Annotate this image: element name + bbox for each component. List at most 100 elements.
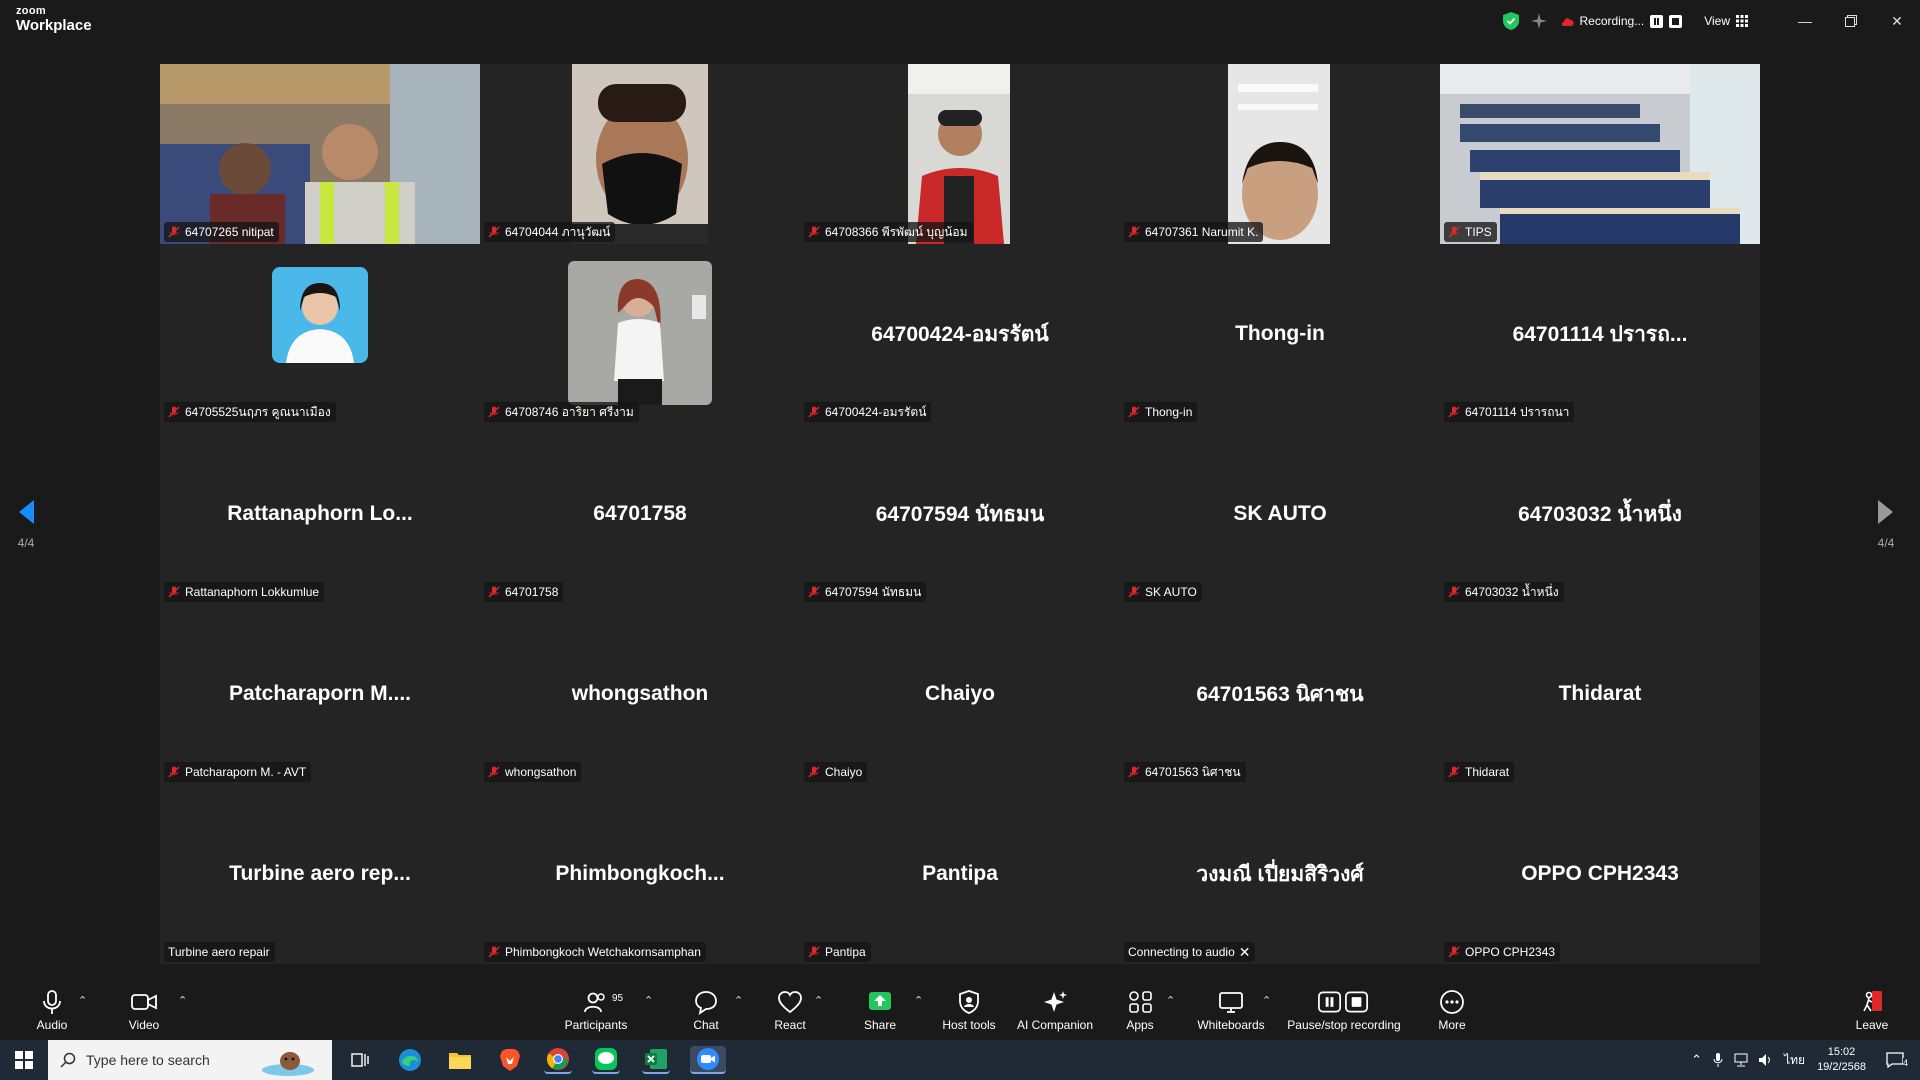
restore-button[interactable]: [1828, 0, 1874, 42]
start-button[interactable]: [0, 1040, 48, 1080]
chat-options-caret[interactable]: ⌃: [734, 994, 743, 1007]
participant-label: Pantipa: [804, 942, 871, 962]
mic-muted-icon: [488, 586, 500, 598]
taskbar-search-box[interactable]: Type here to search: [48, 1040, 332, 1080]
previous-page-button[interactable]: 4/4: [16, 498, 36, 550]
recording-indicator: Recording...: [1561, 14, 1683, 28]
participant-name: 64707361 Narumit K.: [1145, 225, 1259, 239]
participant-display-name: 64707594 นัทธมน: [875, 502, 1045, 526]
participant-label: Phimbongkoch Wetchakornsamphan: [484, 942, 706, 962]
stop-recording-button[interactable]: [1669, 14, 1683, 28]
chrome-browser-button[interactable]: [544, 1046, 572, 1074]
excel-button[interactable]: [642, 1046, 670, 1074]
line-app-button[interactable]: [592, 1046, 620, 1074]
share-options-caret[interactable]: ⌃: [914, 994, 923, 1007]
participant-avatar: [272, 267, 368, 363]
brave-browser-button[interactable]: [496, 1046, 524, 1074]
participant-tile[interactable]: Chaiyo Chaiyo: [800, 604, 1120, 784]
participant-tile[interactable]: 64705525นฤภร คูณนาเมือง: [160, 244, 480, 424]
video-button[interactable]: Video: [122, 980, 166, 1040]
participant-tile[interactable]: วงมณี เปี่ยมสิริวงศ์ Connecting to audio…: [1120, 784, 1440, 964]
participant-tile[interactable]: 64704044 ภานุวัฒน์: [480, 64, 800, 244]
ai-sparkle-icon[interactable]: [1530, 13, 1547, 29]
apps-options-caret[interactable]: ⌃: [1166, 994, 1175, 1007]
chevron-up-icon[interactable]: ⌃: [1691, 1052, 1702, 1068]
view-button[interactable]: View: [1704, 14, 1748, 28]
microphone-tray-icon[interactable]: [1712, 1052, 1724, 1068]
react-label: React: [774, 1017, 806, 1032]
participant-tile[interactable]: Rattanaphorn Lo... Rattanaphorn Lokkumlu…: [160, 424, 480, 604]
participant-name: 64701563 นิศาชน: [1145, 765, 1241, 779]
participant-tile[interactable]: 64707265 nitipat: [160, 64, 480, 244]
whiteboards-button[interactable]: Whiteboards: [1194, 980, 1268, 1040]
react-button[interactable]: React: [770, 980, 810, 1040]
participant-label: 64708746 อาริยา ศรีงาม: [484, 402, 639, 422]
mic-muted-icon: [168, 406, 180, 418]
clock[interactable]: 15:02 19/2/2568: [1817, 1045, 1866, 1075]
participant-tile[interactable]: Thidarat Thidarat: [1440, 604, 1760, 784]
audio-label: Audio: [36, 1017, 68, 1032]
logo-bottom-text: Workplace: [16, 17, 92, 34]
pause-stop-recording-button[interactable]: Pause/stop recording: [1286, 980, 1402, 1040]
participant-tile[interactable]: 64708746 อาริยา ศรีงาม: [480, 244, 800, 424]
mic-muted-icon: [1128, 766, 1140, 778]
file-explorer-button[interactable]: [446, 1046, 474, 1074]
participant-tile[interactable]: SK AUTO SK AUTO: [1120, 424, 1440, 604]
participants-button[interactable]: Participants: [560, 980, 632, 1040]
participant-tile[interactable]: Turbine aero rep... Turbine aero repair: [160, 784, 480, 964]
participant-tile[interactable]: whongsathon whongsathon: [480, 604, 800, 784]
encryption-shield-icon[interactable]: [1502, 12, 1519, 30]
whiteboards-label: Whiteboards: [1197, 1017, 1265, 1032]
participant-tile[interactable]: 64700424-อมรรัตน์ 64700424-อมรรัตน์: [800, 244, 1120, 424]
close-window-button[interactable]: ✕: [1874, 0, 1920, 42]
participant-tile[interactable]: 64708366 พีรพัฒน์ บุญน้อม: [800, 64, 1120, 244]
language-indicator[interactable]: ไทย: [1784, 1051, 1805, 1070]
whiteboards-options-caret[interactable]: ⌃: [1262, 994, 1271, 1007]
chat-button[interactable]: Chat: [686, 980, 726, 1040]
leave-button[interactable]: Leave: [1852, 980, 1892, 1040]
edge-browser-button[interactable]: [396, 1046, 424, 1074]
participants-label: Participants: [564, 1017, 628, 1032]
share-button[interactable]: Share: [860, 980, 900, 1040]
participants-options-caret[interactable]: ⌃: [644, 994, 653, 1007]
notifications-button[interactable]: 4: [1880, 1040, 1910, 1080]
pause-recording-button[interactable]: [1650, 14, 1664, 28]
participant-tile[interactable]: Patcharaporn M.... Patcharaporn M. - AVT: [160, 604, 480, 784]
participant-tile[interactable]: Pantipa Pantipa: [800, 784, 1120, 964]
participant-label: 64701758: [484, 582, 564, 602]
network-icon[interactable]: [1734, 1053, 1750, 1067]
volume-icon[interactable]: [1758, 1053, 1774, 1067]
participant-label: SK AUTO: [1124, 582, 1202, 602]
next-page-button[interactable]: 4/4: [1876, 498, 1896, 550]
participant-tile[interactable]: 64701114 ปรารถ... 64701114 ปรารถนา: [1440, 244, 1760, 424]
apps-button[interactable]: Apps: [1120, 980, 1160, 1040]
participant-tile[interactable]: 64701563 นิศาชน 64701563 นิศาชน: [1120, 604, 1440, 784]
participant-label: Chaiyo: [804, 762, 868, 782]
react-options-caret[interactable]: ⌃: [814, 994, 823, 1007]
participant-tile[interactable]: Phimbongkoch... Phimbongkoch Wetchakorns…: [480, 784, 800, 964]
participant-name: TIPS: [1465, 225, 1492, 239]
host-tools-button[interactable]: Host tools: [936, 980, 1002, 1040]
system-tray: ⌃ ไทย 15:02 19/2/2568 4: [1691, 1040, 1920, 1080]
participant-tile[interactable]: TIPS: [1440, 64, 1760, 244]
participant-name: SK AUTO: [1145, 585, 1197, 599]
more-button[interactable]: More: [1432, 980, 1472, 1040]
participant-tile[interactable]: OPPO CPH2343 OPPO CPH2343: [1440, 784, 1760, 964]
task-view-button[interactable]: [346, 1046, 374, 1074]
video-options-caret[interactable]: ⌃: [178, 994, 187, 1007]
participant-tile[interactable]: 64707594 นัทธมน 64707594 นัทธมน: [800, 424, 1120, 604]
ai-companion-button[interactable]: AI Companion: [1014, 980, 1096, 1040]
host-shield-icon: [959, 989, 979, 1014]
close-icon[interactable]: ✕: [1239, 942, 1251, 962]
audio-options-caret[interactable]: ⌃: [78, 994, 87, 1007]
more-dots-icon: [1440, 989, 1464, 1014]
zoom-app-button[interactable]: [690, 1046, 726, 1074]
participant-label: 64705525นฤภร คูณนาเมือง: [164, 402, 336, 422]
participant-tile[interactable]: 64707361 Narumit K.: [1120, 64, 1440, 244]
minimize-button[interactable]: —: [1782, 0, 1828, 42]
line-chat-icon: [595, 1048, 617, 1070]
audio-button[interactable]: Audio: [30, 980, 74, 1040]
participant-tile[interactable]: 64701758 64701758: [480, 424, 800, 604]
participant-tile[interactable]: Thong-in Thong-in: [1120, 244, 1440, 424]
participant-tile[interactable]: 64703032 น้ำหนึ่ง 64703032 น้ำหนึ่ง: [1440, 424, 1760, 604]
